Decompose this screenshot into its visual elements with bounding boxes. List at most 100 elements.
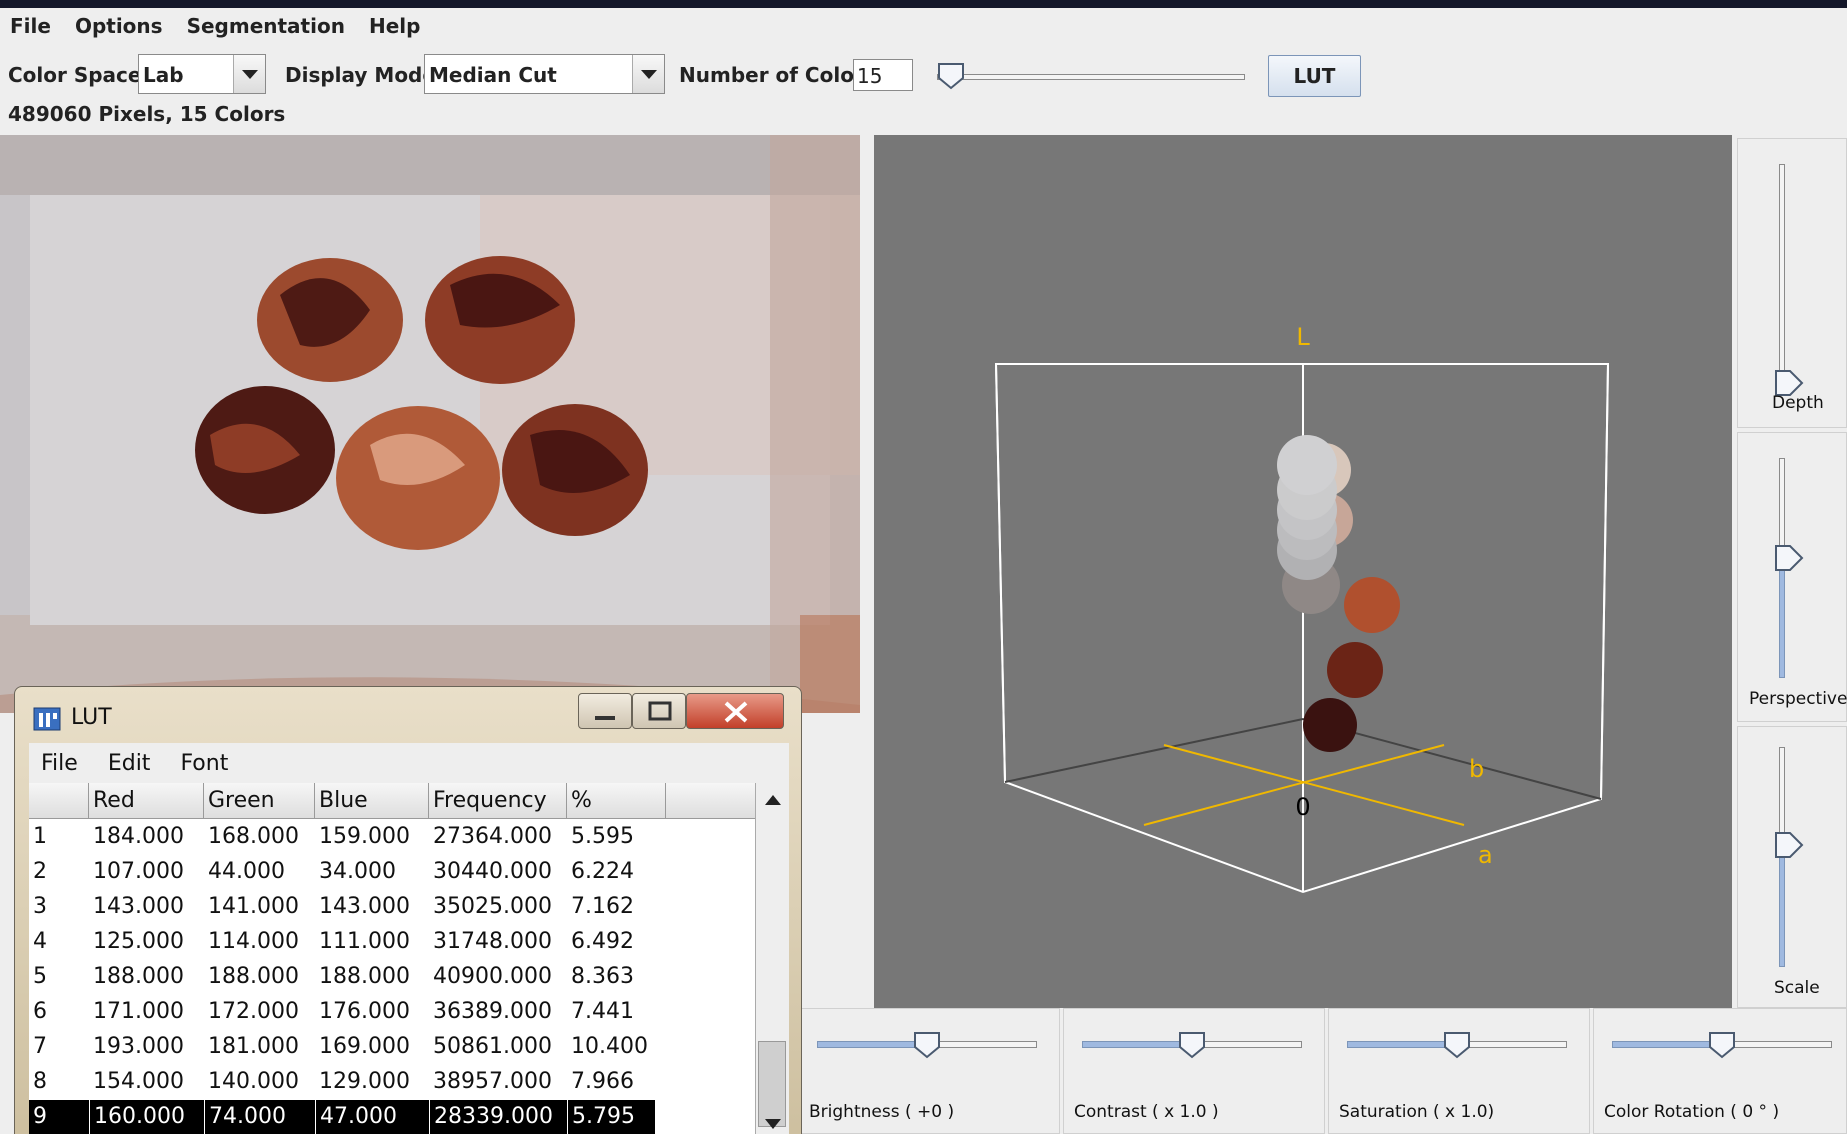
menu-file[interactable]: File <box>10 14 51 38</box>
perspective-slider-thumb[interactable] <box>1774 544 1804 572</box>
depth-slider[interactable]: Depth <box>1737 138 1847 428</box>
scale-slider[interactable]: Scale <box>1737 726 1847 1008</box>
column-header-frequency[interactable]: Frequency <box>429 783 567 819</box>
maximize-icon <box>648 701 672 721</box>
column-header-red[interactable]: Red <box>89 783 204 819</box>
lut-window[interactable]: LUT File Edit Font Red Green Blue Freque… <box>14 686 802 1134</box>
cell-green: 168.000 <box>208 824 299 849</box>
color-rotation-slider-thumb[interactable] <box>1708 1031 1736 1059</box>
lut-button[interactable]: LUT <box>1268 55 1361 97</box>
contrast-slider[interactable]: Contrast ( x 1.0 ) <box>1063 1008 1325 1134</box>
cell-green: 188.000 <box>208 964 299 989</box>
cell-index: 5 <box>33 964 47 989</box>
cell-frequency: 27364.000 <box>433 824 552 849</box>
chevron-down-icon[interactable] <box>233 55 265 93</box>
contrast-slider-label: Contrast ( x 1.0 ) <box>1074 1102 1219 1122</box>
menu-options[interactable]: Options <box>75 14 163 38</box>
color-space-select[interactable]: Lab <box>138 54 266 94</box>
contrast-slider-fill <box>1082 1041 1192 1048</box>
lut-menu-font[interactable]: Font <box>180 751 228 776</box>
maximize-button[interactable] <box>632 693 686 729</box>
color-rotation-slider[interactable]: Color Rotation ( 0 ° ) <box>1593 1008 1847 1134</box>
cell-index: 3 <box>33 894 47 919</box>
column-header-green[interactable]: Green <box>204 783 315 819</box>
cell-green: 74.000 <box>204 1100 286 1134</box>
cell-index: 1 <box>33 824 47 849</box>
scroll-up-icon[interactable] <box>756 783 790 819</box>
column-header-index[interactable] <box>29 783 89 819</box>
table-row[interactable]: 1 184.000 168.000 159.000 27364.000 5.59… <box>29 820 655 855</box>
contrast-slider-thumb[interactable] <box>1178 1031 1206 1059</box>
cell-green: 44.000 <box>208 859 285 884</box>
lut-menu-file[interactable]: File <box>41 751 78 776</box>
imagej-icon <box>33 707 61 731</box>
menu-segmentation[interactable]: Segmentation <box>187 14 345 38</box>
color-rotation-slider-fill <box>1612 1041 1722 1048</box>
minimize-icon <box>595 716 615 720</box>
axis-l-label: L <box>1296 323 1310 351</box>
num-colors-slider-thumb[interactable] <box>937 62 965 90</box>
cell-percent: 5.595 <box>571 824 634 849</box>
table-row[interactable]: 4 125.000 114.000 111.000 31748.000 6.49… <box>29 925 655 960</box>
color-space-value: Lab <box>143 63 184 87</box>
close-icon <box>724 701 748 723</box>
saturation-slider-thumb[interactable] <box>1443 1031 1471 1059</box>
saturation-slider[interactable]: Saturation ( x 1.0) <box>1328 1008 1590 1134</box>
menu-help[interactable]: Help <box>369 14 420 38</box>
column-header-percent[interactable]: % <box>567 783 666 819</box>
cell-green: 181.000 <box>208 1034 299 1059</box>
perspective-slider[interactable]: Perspective <box>1737 432 1847 722</box>
lut-menu-edit[interactable]: Edit <box>108 751 151 776</box>
cell-red: 125.000 <box>93 929 184 954</box>
brightness-slider-thumb[interactable] <box>913 1031 941 1059</box>
brightness-slider[interactable]: Brightness ( +0 ) <box>798 1008 1060 1134</box>
display-mode-select[interactable]: Median Cut <box>424 54 665 94</box>
color-cube-plot[interactable]: L b a 0 <box>874 135 1732 1008</box>
cell-blue: 169.000 <box>319 1034 410 1059</box>
cell-percent: 8.363 <box>571 964 634 989</box>
lut-table-scrollbar[interactable] <box>755 783 789 1134</box>
scale-slider-thumb[interactable] <box>1774 831 1804 859</box>
color-space-3d-view[interactable]: L b a 0 <box>874 135 1732 1008</box>
scroll-down-icon[interactable] <box>756 1107 790 1134</box>
cell-percent: 10.400 <box>571 1034 648 1059</box>
cell-red: 107.000 <box>93 859 184 884</box>
minimize-button[interactable] <box>578 693 632 729</box>
lut-menubar: File Edit Font <box>29 743 789 783</box>
num-colors-input[interactable]: 15 <box>853 59 913 91</box>
cell-green: 141.000 <box>208 894 299 919</box>
close-button[interactable] <box>686 693 784 729</box>
num-colors-label: Number of Colors <box>679 63 876 87</box>
segmented-image <box>0 135 860 713</box>
chevron-down-icon[interactable] <box>632 55 664 93</box>
table-row[interactable]: 8 154.000 140.000 129.000 38957.000 7.96… <box>29 1065 655 1100</box>
cell-green: 114.000 <box>208 929 299 954</box>
cell-index: 4 <box>33 929 47 954</box>
cell-index: 8 <box>33 1069 47 1094</box>
cell-percent: 7.441 <box>571 999 634 1024</box>
color-rotation-slider-label: Color Rotation ( 0 ° ) <box>1604 1102 1780 1122</box>
cell-blue: 143.000 <box>319 894 410 919</box>
cell-green: 140.000 <box>208 1069 299 1094</box>
main-menubar: File Options Segmentation Help <box>0 8 1847 44</box>
table-row[interactable]: 5 188.000 188.000 188.000 40900.000 8.36… <box>29 960 655 995</box>
cell-index: 9 <box>33 1104 47 1129</box>
cell-index: 2 <box>33 859 47 884</box>
cell-blue: 47.000 <box>315 1100 397 1134</box>
depth-slider-label: Depth <box>1772 393 1824 413</box>
axis-a-label: a <box>1478 841 1493 869</box>
table-row[interactable]: 2 107.000 44.000 34.000 30440.000 6.224 <box>29 855 655 890</box>
table-row-selected[interactable]: 9 160.000 74.000 47.000 28339.000 5.795 <box>29 1100 655 1134</box>
num-colors-slider-track[interactable] <box>937 74 1245 80</box>
lut-table[interactable]: Red Green Blue Frequency % 1 184.000 168… <box>29 783 769 1134</box>
scale-slider-label: Scale <box>1774 978 1820 998</box>
cell-index: 7 <box>33 1034 47 1059</box>
table-row[interactable]: 3 143.000 141.000 143.000 35025.000 7.16… <box>29 890 655 925</box>
cell-red: 171.000 <box>93 999 184 1024</box>
table-row[interactable]: 6 171.000 172.000 176.000 36389.000 7.44… <box>29 995 655 1030</box>
table-row[interactable]: 7 193.000 181.000 169.000 50861.000 10.4… <box>29 1030 655 1065</box>
axis-b-label: b <box>1469 755 1484 783</box>
column-header-blue[interactable]: Blue <box>315 783 429 819</box>
segmented-image-canvas <box>0 135 860 713</box>
cell-percent: 5.795 <box>567 1100 635 1134</box>
